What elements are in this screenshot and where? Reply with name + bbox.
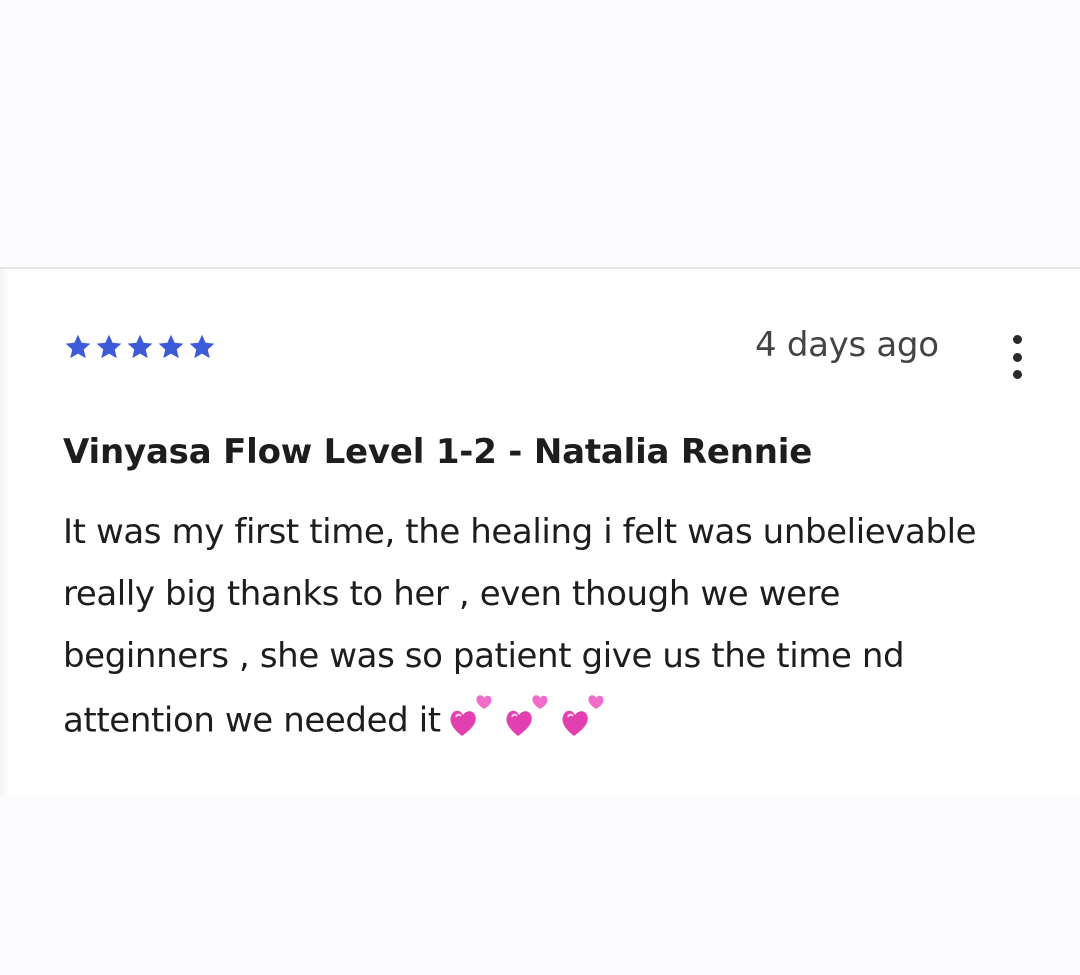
hearts-emoji-group xyxy=(449,692,609,740)
review-line: beginners , she was so patient give us t… xyxy=(63,636,905,676)
star-icon xyxy=(96,334,122,359)
star-rating xyxy=(63,332,217,362)
review-line-last: attention we needed it xyxy=(63,695,1053,760)
card-edge-shadow xyxy=(0,269,10,795)
star-icon xyxy=(158,334,184,359)
vertical-ellipsis-icon xyxy=(1012,335,1022,344)
star-icon xyxy=(189,334,215,359)
class-title: Vinyasa Flow Level 1-2 - Natalia Rennie xyxy=(63,432,813,472)
review-line: really big thanks to her , even though w… xyxy=(63,574,840,614)
more-options-button[interactable] xyxy=(1002,335,1032,379)
two-hearts-icon xyxy=(562,695,604,736)
review-card: 4 days ago Vinyasa Flow Level 1-2 - Nata… xyxy=(0,269,1080,795)
two-hearts-icon xyxy=(450,695,492,736)
star-icon xyxy=(127,334,153,359)
review-line: It was my first time, the healing i felt… xyxy=(63,512,977,552)
review-timestamp: 4 days ago xyxy=(755,325,939,365)
star-icon xyxy=(65,334,91,359)
two-hearts-icon xyxy=(506,695,548,736)
review-line-text: attention we needed it xyxy=(63,700,441,741)
review-text: It was my first time, the healing i felt… xyxy=(63,512,1053,760)
bottom-blank-area xyxy=(0,795,1080,975)
top-blank-area xyxy=(0,0,1080,267)
ellipsis-dot xyxy=(1012,370,1022,379)
ellipsis-dot xyxy=(1012,352,1022,362)
